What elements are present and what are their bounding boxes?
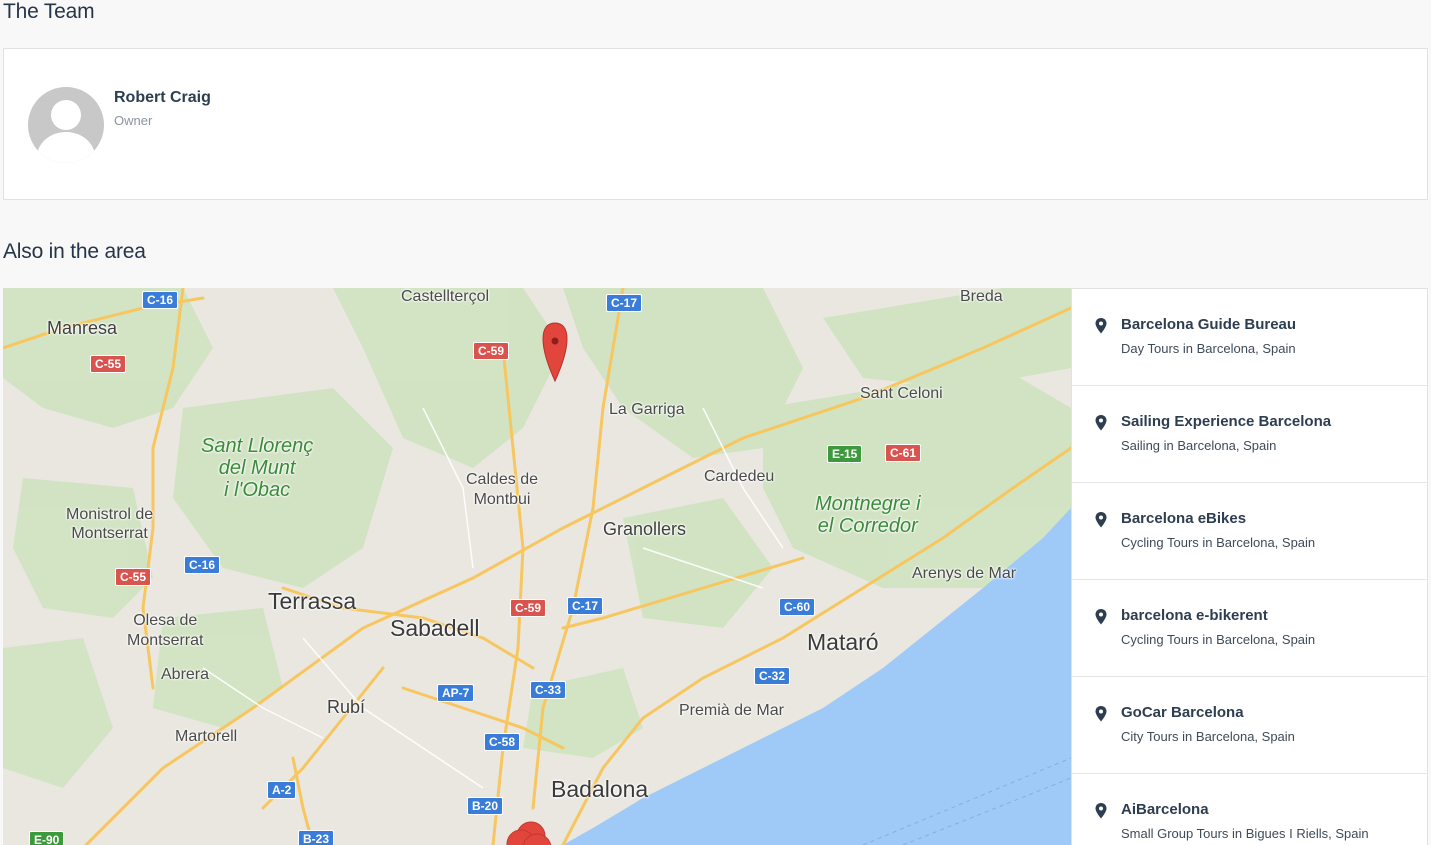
map-label-terrassa: Terrassa [268,588,357,614]
road-shield-a2: A-2 [267,781,297,799]
nearby-listings: Barcelona Guide Bureau Day Tours in Barc… [1071,288,1428,845]
listing-subtitle: Sailing in Barcelona, Spain [1121,438,1277,453]
road-shield-c58: C-58 [484,733,521,751]
member-role: Owner [114,113,153,128]
listing-subtitle: Small Group Tours in Bigues I Riells, Sp… [1121,826,1369,841]
map-label-cardedeu: Cardedeu [704,468,775,485]
map-label-mataro: Mataró [807,629,879,655]
team-section-title: The Team [3,0,95,23]
map-label-sabadell: Sabadell [390,615,480,641]
map-pin-icon [1095,706,1107,722]
map-pin-icon [1095,415,1107,431]
area-section-title: Also in the area [3,240,146,263]
map-label-granollers: Granollers [603,519,687,539]
member-name[interactable]: Robert Craig [114,89,211,107]
road-shield-c55: C-55 [90,355,127,373]
list-item[interactable]: GoCar Barcelona City Tours in Barcelona,… [1072,677,1427,774]
map-label-manresa: Manresa [47,318,118,338]
road-shield-c59: C-59 [473,342,510,360]
road-shield-e15: E-15 [827,445,863,463]
listing-name[interactable]: AiBarcelona [1121,801,1209,818]
map-label-montnegre-park: Montnegre i el Corredor [815,493,921,537]
road-shield-e90: E-90 [29,831,65,845]
listing-subtitle: Cycling Tours in Barcelona, Spain [1121,632,1316,647]
road-shield-c33: C-33 [530,681,567,699]
road-shield-c60: C-60 [779,598,816,616]
map-label-abrera: Abrera [161,666,210,683]
map-pin-icon [1095,512,1107,528]
road-shield-b20: B-20 [467,797,504,815]
map-label-la-garriga: La Garriga [609,401,685,418]
map-label-arenys: Arenys de Mar [912,565,1017,582]
avatar-head-shape [51,100,81,130]
map-label-breda: Breda [960,288,1003,305]
avatar[interactable] [28,87,104,163]
map-label-sant-llorenc-park: Sant Llorenç del Munt i l'Obac [201,435,314,501]
map-label-castellterol: Castellterçol [401,288,490,305]
road-shield-ap7: AP-7 [437,684,475,702]
list-item[interactable]: Barcelona Guide Bureau Day Tours in Barc… [1072,289,1427,386]
listing-subtitle: Cycling Tours in Barcelona, Spain [1121,535,1316,550]
road-shield-b23: B-23 [298,830,335,845]
map-label-rubi: Rubí [327,697,366,717]
road-shield-c16-b: C-16 [184,556,221,574]
road-shield-c61: C-61 [885,444,922,462]
map-canvas [3,288,1071,845]
map-label-badalona: Badalona [551,776,649,802]
map-label-premia: Premià de Mar [679,702,784,719]
map-label-caldes: Caldes de Montbui [466,471,539,508]
listing-name[interactable]: GoCar Barcelona [1121,704,1244,721]
area-map[interactable]: Manresa Castellterçol Breda La Garriga S… [3,288,1071,845]
list-item[interactable]: barcelona e-bikerent Cycling Tours in Ba… [1072,580,1427,677]
team-card: Robert Craig Owner [3,48,1428,200]
road-shield-c32: C-32 [754,667,791,685]
map-label-monistrol: Monistrol de Montserrat [66,506,154,542]
map-label-olesa: Olesa de Montserrat [127,612,204,649]
road-shield-c17: C-17 [606,294,643,312]
map-pin-icon [1095,609,1107,625]
map-pin-icon [1095,803,1107,819]
avatar-body-shape [37,132,95,163]
listing-subtitle: Day Tours in Barcelona, Spain [1121,341,1296,356]
road-shield-c16: C-16 [142,291,179,309]
map-label-martorell: Martorell [175,728,238,745]
listing-name[interactable]: Barcelona eBikes [1121,510,1246,527]
listing-name[interactable]: Sailing Experience Barcelona [1121,413,1331,430]
listing-name[interactable]: Barcelona Guide Bureau [1121,316,1296,333]
road-shield-c59-b: C-59 [510,599,547,617]
road-shield-c55-b: C-55 [115,568,152,586]
list-item[interactable]: Sailing Experience Barcelona Sailing in … [1072,386,1427,483]
map-label-sant-celoni: Sant Celoni [860,385,943,402]
list-item[interactable]: Barcelona eBikes Cycling Tours in Barcel… [1072,483,1427,580]
listing-subtitle: City Tours in Barcelona, Spain [1121,729,1295,744]
road-shield-c17-b: C-17 [567,597,604,615]
list-item[interactable]: AiBarcelona Small Group Tours in Bigues … [1072,774,1427,845]
map-pin-icon [1095,318,1107,334]
listing-name[interactable]: barcelona e-bikerent [1121,607,1268,624]
